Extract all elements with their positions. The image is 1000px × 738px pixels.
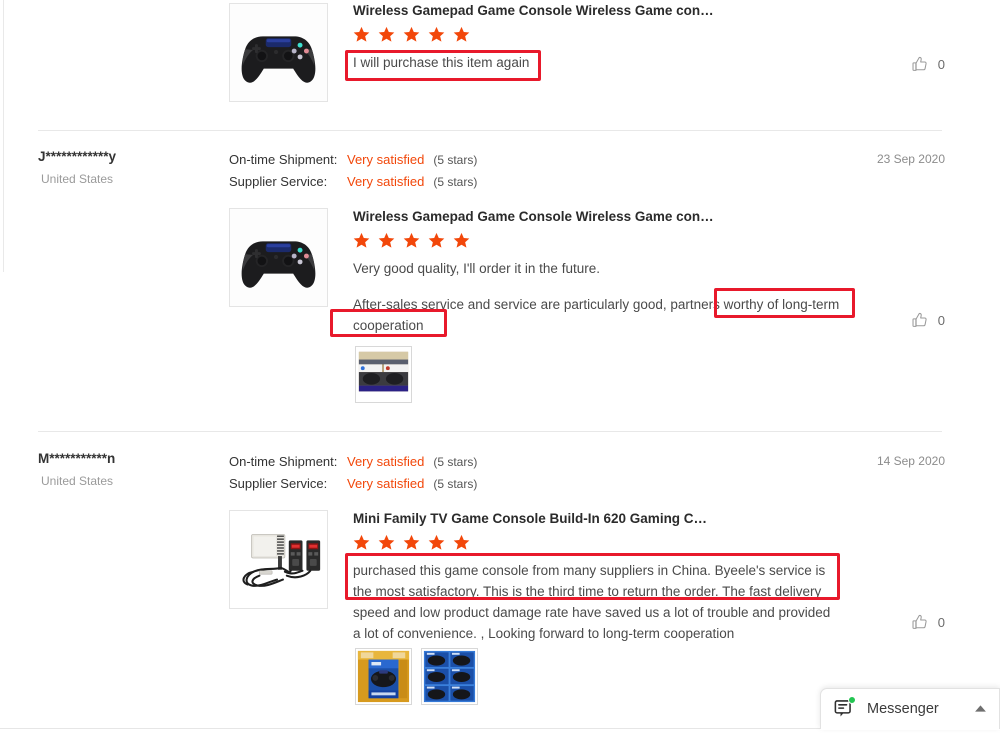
thumbs-up-icon <box>912 614 927 629</box>
black-wireless-gamepad-icon <box>230 209 327 306</box>
product-thumbnail[interactable] <box>229 3 328 102</box>
star-icon <box>378 233 395 248</box>
rating-value: Very satisfied <box>347 152 425 167</box>
like-count: 0 <box>937 56 945 72</box>
gamepad-packaging-photo-icon <box>356 347 411 402</box>
rating-row-supplier-service: Supplier Service: Very satisfied (5 star… <box>229 171 477 193</box>
product-star-rating <box>353 232 873 250</box>
review-content: Wireless Gamepad Game Console Wireless G… <box>353 208 873 336</box>
review-date: 23 Sep 2020 <box>876 152 945 166</box>
rating-label: On-time Shipment: <box>229 454 338 469</box>
reviews-page: Wireless Gamepad Game Console Wireless G… <box>0 0 1000 738</box>
reviewer-country: United States <box>41 172 114 186</box>
messenger-label: Messenger <box>867 701 939 717</box>
chevron-up-icon[interactable] <box>974 700 987 718</box>
review-photos <box>355 648 478 705</box>
rating-value: Very satisfied <box>347 174 425 189</box>
product-title[interactable]: Wireless Gamepad Game Console Wireless G… <box>353 208 873 226</box>
rating-star-text: (5 stars) <box>433 477 478 491</box>
star-icon <box>403 535 420 550</box>
review-text: purchased this game console from many su… <box>353 563 831 641</box>
review-item: J************y United States On-time Shi… <box>0 131 1000 427</box>
review-photos <box>355 346 412 403</box>
product-star-rating <box>353 534 837 552</box>
star-icon <box>453 535 470 550</box>
product-title[interactable]: Wireless Gamepad Game Console Wireless G… <box>353 2 873 20</box>
review-content: Wireless Gamepad Game Console Wireless G… <box>353 2 873 73</box>
review-text: Very good quality, I'll order it in the … <box>353 261 600 276</box>
rating-summary: On-time Shipment: Very satisfied (5 star… <box>229 451 477 495</box>
rating-value: Very satisfied <box>347 476 425 491</box>
star-icon <box>428 535 445 550</box>
star-icon <box>353 535 370 550</box>
rating-row-on-time-shipment: On-time Shipment: Very satisfied (5 star… <box>229 451 477 473</box>
rating-row-on-time-shipment: On-time Shipment: Very satisfied (5 star… <box>229 149 477 171</box>
reviewer-info: J************y United States <box>38 149 228 187</box>
star-icon <box>403 233 420 248</box>
reviewer-name: J************y <box>38 149 117 164</box>
like-control[interactable]: 0 <box>911 55 945 73</box>
thumbs-up-icon <box>912 312 927 327</box>
rating-label: Supplier Service: <box>229 476 328 491</box>
star-icon <box>378 27 395 42</box>
black-wireless-gamepad-icon <box>230 4 327 101</box>
star-icon <box>353 27 370 42</box>
review-item: Wireless Gamepad Game Console Wireless G… <box>0 0 1000 128</box>
star-icon <box>403 27 420 42</box>
reviewer-country: United States <box>41 474 114 488</box>
review-text: I will purchase this item again <box>353 55 530 70</box>
messenger-widget[interactable]: Messenger <box>820 688 1000 729</box>
gamepad-boxes-stacked-photo-icon <box>422 649 477 704</box>
review-item: M***********n United States On-time Ship… <box>0 432 1000 722</box>
product-star-rating <box>353 26 873 44</box>
rating-star-text: (5 stars) <box>433 455 478 469</box>
review-photo[interactable] <box>355 648 412 705</box>
reviewer-name: M***********n <box>38 451 116 466</box>
online-status-dot <box>848 696 856 704</box>
review-date: 14 Sep 2020 <box>876 454 945 468</box>
reviewer-info: M***********n United States <box>38 451 228 489</box>
rating-label: Supplier Service: <box>229 174 328 189</box>
thumbs-up-icon <box>912 56 927 71</box>
gamepad-box-front-photo-icon <box>356 649 411 704</box>
review-text: After-sales service and service are part… <box>353 297 840 333</box>
mini-tv-game-console-icon <box>230 511 327 608</box>
rating-row-supplier-service: Supplier Service: Very satisfied (5 star… <box>229 473 477 495</box>
rating-label: On-time Shipment: <box>229 152 338 167</box>
rating-star-text: (5 stars) <box>433 175 478 189</box>
star-icon <box>453 233 470 248</box>
star-icon <box>453 27 470 42</box>
like-control[interactable]: 0 <box>911 613 945 631</box>
review-photo[interactable] <box>421 648 478 705</box>
messenger-chat-icon <box>833 696 856 720</box>
messenger-base-mask <box>820 729 1000 730</box>
star-icon <box>353 233 370 248</box>
review-content: Mini Family TV Game Console Build-In 620… <box>353 510 837 644</box>
star-icon <box>428 233 445 248</box>
product-thumbnail[interactable] <box>229 208 328 307</box>
star-icon <box>378 535 395 550</box>
like-count: 0 <box>937 312 945 328</box>
rating-value: Very satisfied <box>347 454 425 469</box>
rating-star-text: (5 stars) <box>433 153 478 167</box>
rating-summary: On-time Shipment: Very satisfied (5 star… <box>229 149 477 193</box>
product-title[interactable]: Mini Family TV Game Console Build-In 620… <box>353 510 837 528</box>
like-count: 0 <box>937 614 945 630</box>
page-bottom-divider <box>0 728 820 729</box>
product-thumbnail[interactable] <box>229 510 328 609</box>
review-photo[interactable] <box>355 346 412 403</box>
star-icon <box>428 27 445 42</box>
like-control[interactable]: 0 <box>911 311 945 329</box>
